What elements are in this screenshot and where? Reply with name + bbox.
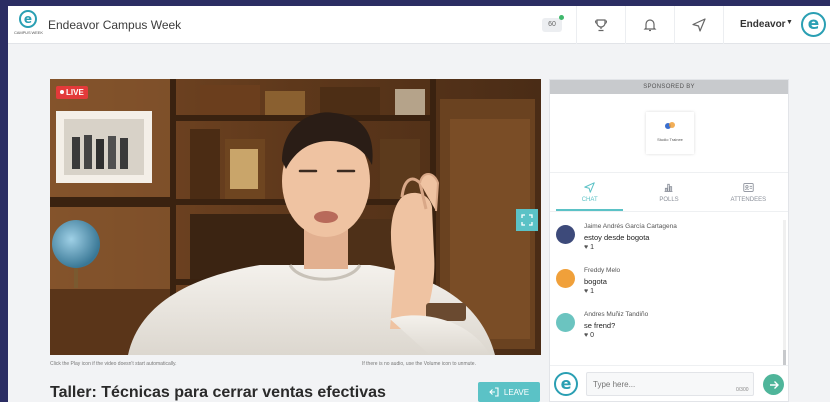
like-button[interactable]: ♥ 1: [584, 288, 594, 295]
user-name[interactable]: Endeavor: [740, 19, 786, 30]
video-frame: [50, 79, 541, 355]
tab-label: CHAT: [581, 196, 598, 203]
message-author[interactable]: Andres Muñiz Tandiño: [584, 311, 648, 318]
paper-plane-icon: [691, 18, 706, 32]
sponsor-caption: Studio Trainee: [657, 137, 683, 142]
expand-icon: [521, 214, 533, 226]
points-badge[interactable]: 60: [542, 18, 562, 32]
heart-icon: ♥: [584, 244, 589, 251]
avatar[interactable]: [556, 225, 575, 244]
tab-polls[interactable]: POLLS: [629, 173, 708, 211]
leaderboard-button[interactable]: [576, 6, 624, 44]
play-hint: Click the Play icon if the video doesn't…: [50, 361, 177, 367]
app-title: Endeavor Campus Week: [48, 18, 182, 32]
my-avatar: e: [554, 372, 578, 396]
exit-icon: [489, 387, 499, 397]
heart-icon: ♥: [584, 332, 589, 339]
message-author[interactable]: Freddy Melo: [584, 267, 620, 274]
avatar[interactable]: [556, 269, 575, 288]
logo-mark: e: [19, 10, 37, 28]
chat-message: Freddy Melo bogota ♥ 1: [556, 266, 776, 306]
sponsored-by-header: SPONSORED BY: [550, 80, 788, 94]
sponsor-area: Studio Trainee: [550, 94, 788, 172]
chat-input[interactable]: [586, 372, 754, 396]
paper-plane-icon: [584, 181, 595, 193]
chat-message: Jaime Andrés García Cartagena estoy desd…: [556, 222, 776, 262]
leave-button[interactable]: LEAVE: [478, 382, 540, 402]
chat-scrollbar-thumb[interactable]: [783, 350, 786, 366]
character-count: 0/300: [736, 387, 749, 393]
app-window: e CAMPUS WEEK Endeavor Campus Week 60 En…: [8, 6, 830, 402]
message-text: bogota: [584, 277, 607, 286]
top-bar: e CAMPUS WEEK Endeavor Campus Week 60 En…: [8, 6, 830, 44]
user-avatar[interactable]: e: [801, 12, 826, 37]
campus-week-logo[interactable]: e CAMPUS WEEK: [14, 10, 43, 40]
bell-icon: [643, 19, 656, 32]
page-margin: [792, 46, 830, 402]
chat-scrollbar[interactable]: [783, 220, 786, 360]
like-count: 0: [590, 332, 595, 339]
sponsor-logo[interactable]: Studio Trainee: [646, 112, 694, 154]
fullscreen-button[interactable]: [516, 209, 538, 231]
arrow-right-icon: [769, 380, 779, 389]
tab-chat[interactable]: CHAT: [550, 173, 629, 211]
leave-label: LEAVE: [503, 387, 530, 397]
sidebar-tabs: CHAT POLLS ATTENDEES: [550, 172, 788, 212]
like-button[interactable]: ♥ 0: [584, 332, 594, 339]
live-badge: LIVE: [56, 86, 88, 99]
chat-composer: e 0/300: [550, 365, 788, 401]
like-button[interactable]: ♥ 1: [584, 244, 594, 251]
trophy-icon: [594, 19, 607, 32]
message-text: se frend?: [584, 321, 616, 330]
attendees-icon: [743, 182, 754, 192]
message-author[interactable]: Jaime Andrés García Cartagena: [584, 223, 677, 230]
online-indicator: [559, 15, 564, 20]
live-label: LIVE: [66, 88, 84, 97]
avatar[interactable]: [556, 313, 575, 332]
chat-messages[interactable]: Jaime Andrés García Cartagena estoy desd…: [550, 212, 788, 362]
like-count: 1: [590, 244, 595, 251]
messages-button[interactable]: [674, 6, 722, 44]
message-text: estoy desde bogota: [584, 233, 650, 242]
topbar-divider: [723, 6, 724, 44]
like-count: 1: [590, 288, 595, 295]
tab-attendees[interactable]: ATTENDEES: [709, 173, 788, 211]
chat-message: Andres Muñiz Tandiño se frend? ♥ 0: [556, 310, 776, 350]
session-title: Taller: Técnicas para cerrar ventas efec…: [50, 384, 386, 401]
tab-label: POLLS: [659, 196, 679, 203]
send-button[interactable]: [763, 374, 784, 395]
notifications-button[interactable]: [625, 6, 673, 44]
heart-icon: ♥: [584, 288, 589, 295]
audio-hint: If there is no audio, use the Volume ico…: [362, 361, 476, 367]
logo-caption: CAMPUS WEEK: [14, 30, 43, 35]
tab-label: ATTENDEES: [730, 196, 767, 203]
engagement-sidebar: SPONSORED BY Studio Trainee CHAT POLLS A…: [549, 79, 789, 402]
video-player[interactable]: LIVE: [50, 79, 541, 355]
sponsor-mark-icon: [665, 122, 675, 129]
poll-icon: [665, 183, 673, 192]
chevron-down-icon[interactable]: ▼: [786, 19, 793, 26]
